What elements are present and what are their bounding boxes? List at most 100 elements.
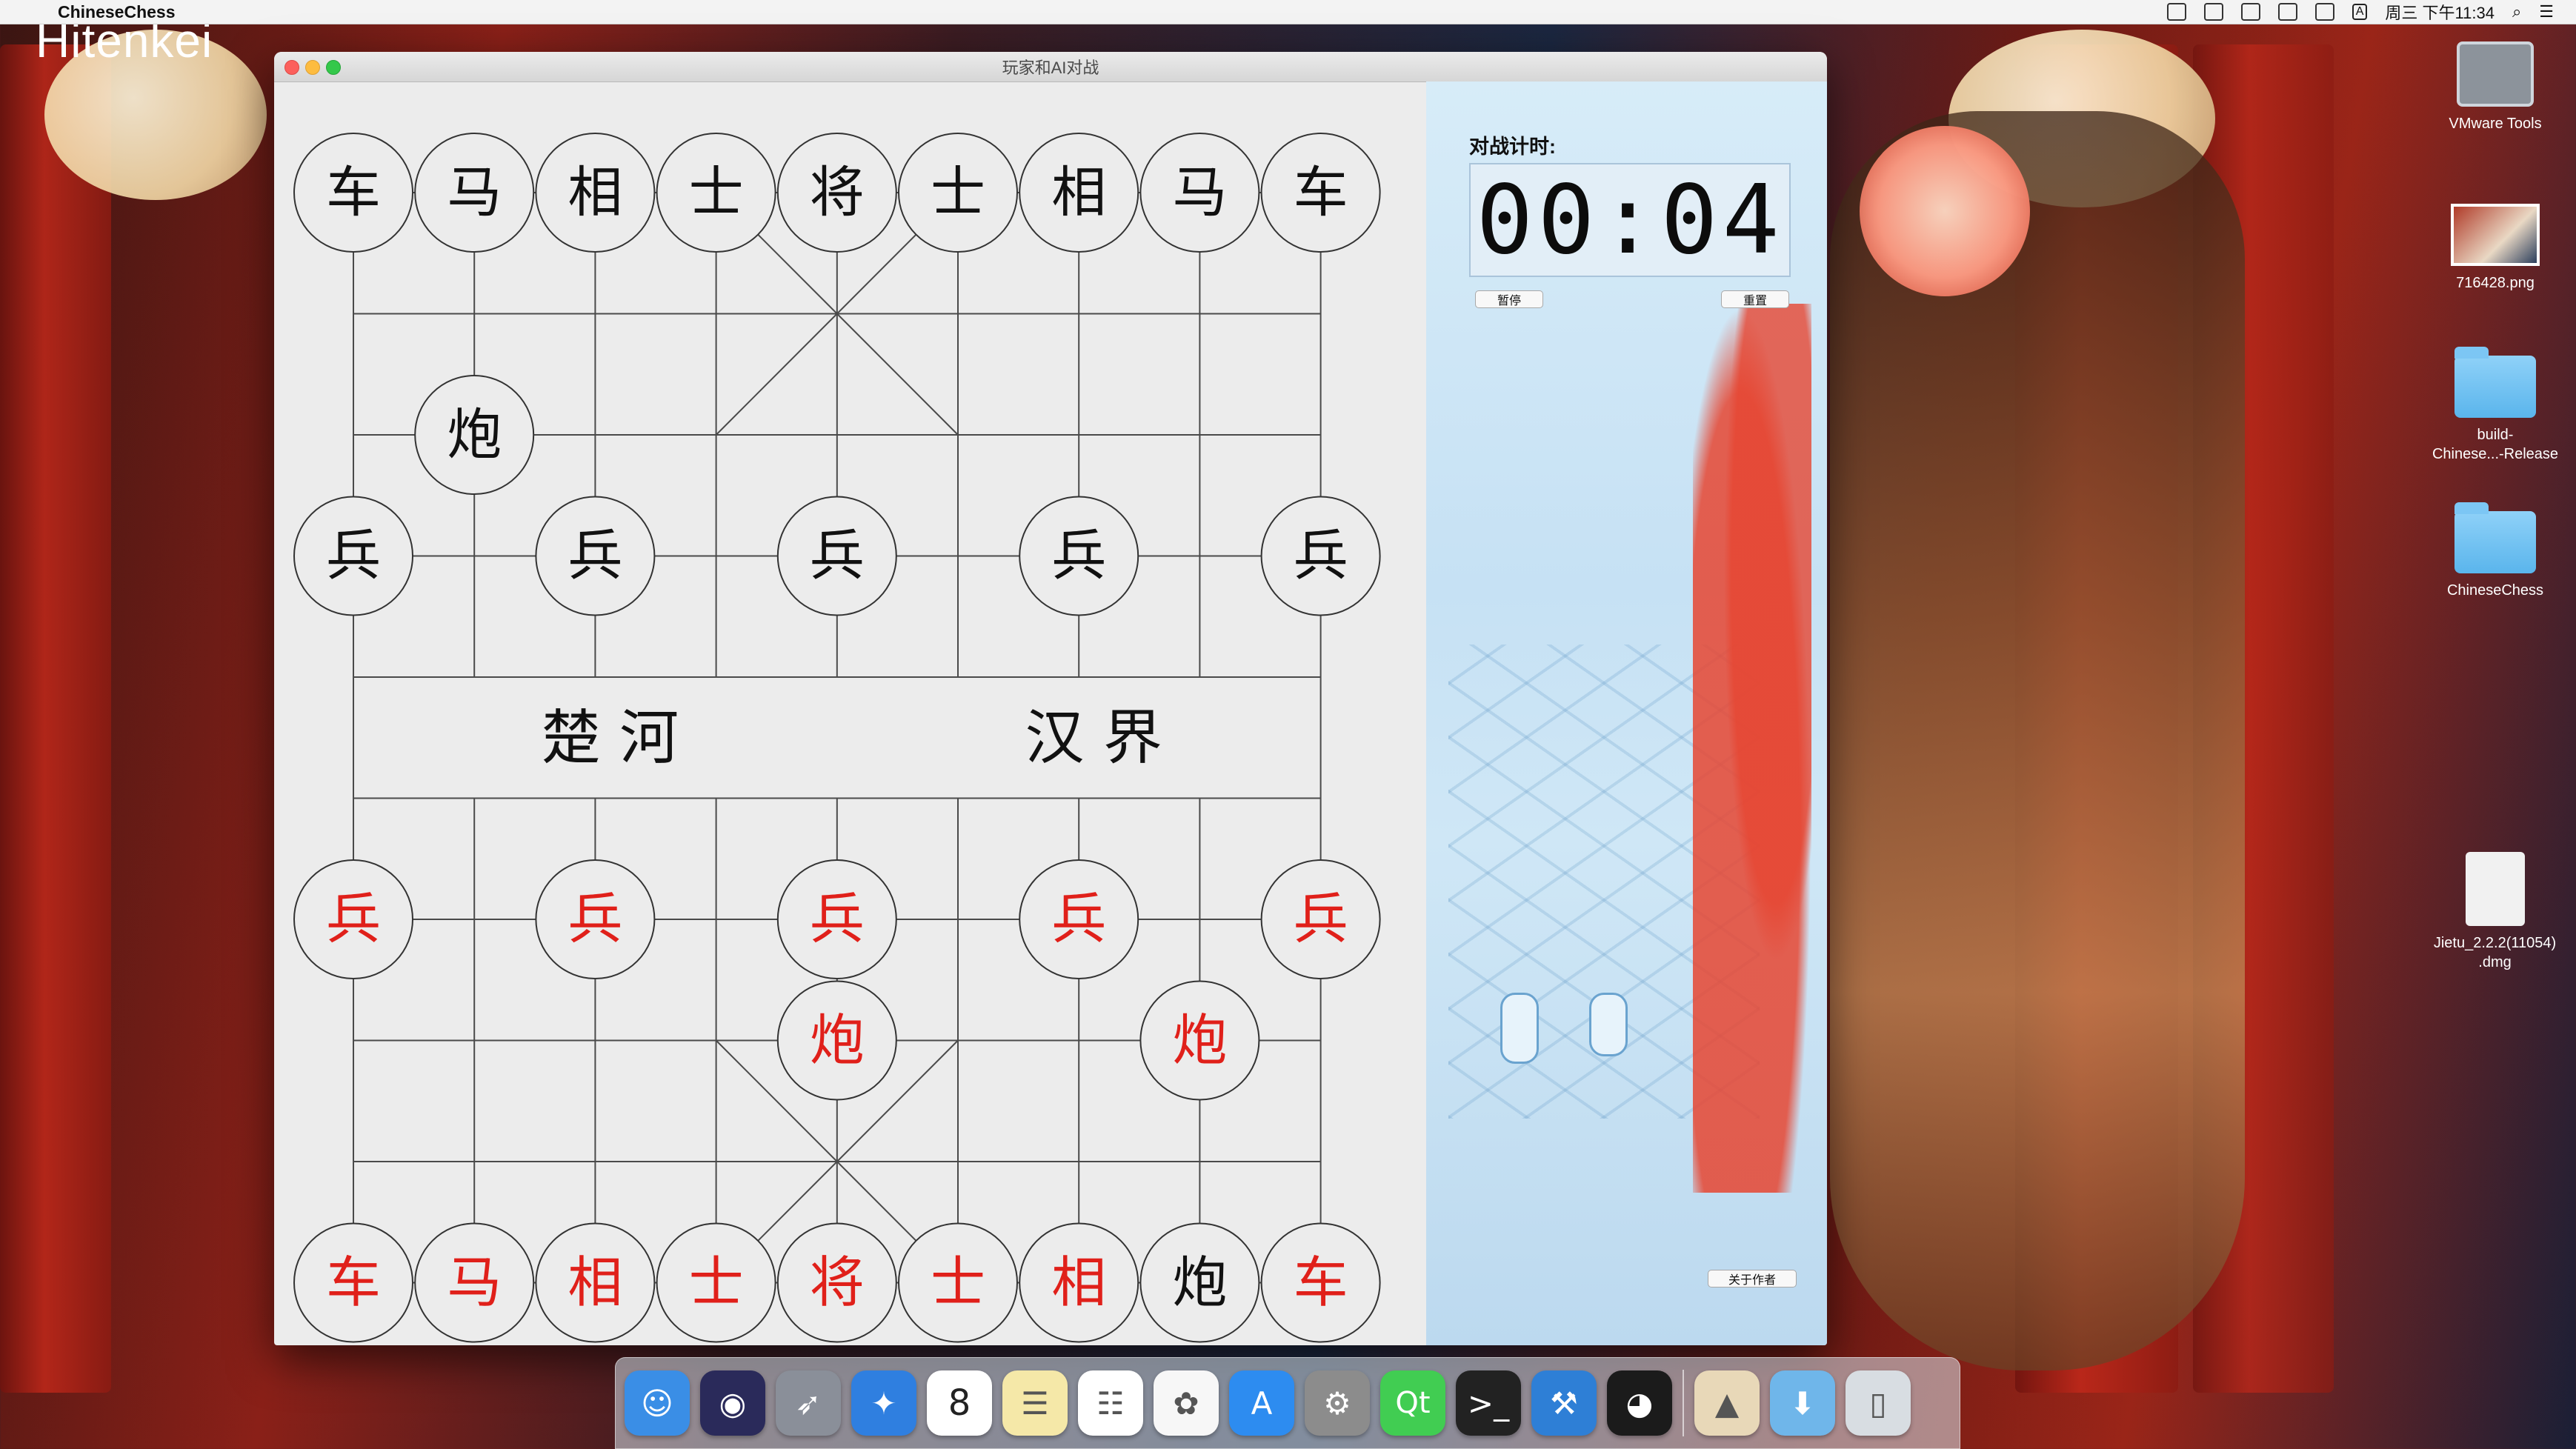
desktop-icon-build-folder[interactable]: build- Chinese...-Release (2421, 347, 2569, 464)
dock-app-terminal[interactable]: >_ (1456, 1370, 1521, 1436)
dock-app-photos[interactable]: ✿ (1154, 1370, 1219, 1436)
piece-label: 相 (568, 161, 622, 224)
chess-piece-black[interactable]: 相 (1019, 133, 1139, 253)
dock: ☺ ◉ ➶ ✦ 8 ☰ ☷ ✿ A ⚙ Qt >_ ⚒ ◕ ▲ ⬇ ▯ (615, 1357, 1960, 1449)
dock-app-xcode[interactable]: ⚒ (1531, 1370, 1597, 1436)
dock-app-system-preferences[interactable]: ⚙ (1305, 1370, 1370, 1436)
piece-label: 炮 (810, 1009, 865, 1073)
chess-piece-red[interactable]: 车 (293, 1222, 413, 1343)
chess-piece-black[interactable]: 马 (1139, 133, 1260, 253)
desktop-icon-vmware-tools[interactable]: VMware Tools (2421, 41, 2569, 133)
chess-piece-red[interactable]: 相 (1019, 1222, 1139, 1343)
dock-app-safari[interactable]: ✦ (851, 1370, 916, 1436)
vmware-icon (2457, 41, 2534, 107)
dock-app-siri[interactable]: ◉ (700, 1370, 765, 1436)
chess-window: 玩家和AI对战 楚 河 汉 界 车马相士将士相马车炮兵兵兵兵兵兵兵兵兵兵炮炮车马… (274, 52, 1827, 1345)
piece-label: 士 (931, 161, 985, 224)
dock-app-notes[interactable]: ☰ (1002, 1370, 1068, 1436)
chess-piece-black[interactable]: 兵 (1260, 496, 1381, 616)
chess-piece-black[interactable]: 士 (898, 133, 1018, 253)
window-titlebar[interactable]: 玩家和AI对战 (274, 52, 1827, 82)
reset-button[interactable]: 重置 (1721, 290, 1789, 308)
wallpaper-pillar (0, 44, 111, 1393)
gear-icon: ⚙ (1323, 1385, 1351, 1422)
desktop-icon-label: Jietu_2.2.2(11054) .dmg (2433, 935, 2557, 970)
piece-label: 士 (689, 161, 744, 224)
board-grid (353, 192, 1322, 1284)
calendar-icon: 8 (948, 1382, 971, 1424)
chess-piece-red[interactable]: 马 (414, 1222, 535, 1343)
piece-label: 炮 (1172, 1251, 1227, 1315)
input-method-indicator[interactable]: A (2352, 4, 2368, 20)
chess-piece-red[interactable]: 士 (656, 1222, 776, 1343)
qq-status-icon[interactable] (2166, 3, 2186, 21)
dock-app-qq[interactable]: ◕ (1607, 1370, 1672, 1436)
chess-piece-black[interactable]: 车 (1260, 133, 1381, 253)
piece-label: 兵 (568, 887, 622, 951)
river-label-chu-he: 楚 河 (542, 703, 679, 772)
spotlight-icon[interactable]: ⌕ (2512, 2, 2521, 21)
menubar-clock[interactable]: 周三 下午11:34 (2385, 0, 2495, 24)
qt-icon: Qt (1395, 1386, 1431, 1420)
battery-icon[interactable] (2203, 3, 2223, 21)
wallpaper-figure (1830, 111, 2245, 1370)
chess-piece-red[interactable]: 相 (535, 1222, 656, 1343)
dock-app-launchpad[interactable]: ➶ (776, 1370, 841, 1436)
chess-piece-red[interactable]: 将 (776, 1222, 897, 1343)
desktop-icon-chinesechess-folder[interactable]: ChineseChess (2421, 502, 2569, 600)
chess-piece-red[interactable]: 炮 (1139, 980, 1260, 1101)
desktop-icon-png[interactable]: 716428.png (2421, 204, 2569, 293)
app-menu[interactable]: ChineseChess (58, 2, 176, 22)
chess-piece-black[interactable]: 炮 (414, 375, 535, 495)
chess-piece-black[interactable]: 炮 (1139, 1222, 1260, 1343)
chess-board[interactable]: 楚 河 汉 界 车马相士将士相马车炮兵兵兵兵兵兵兵兵兵兵炮 炮车马相士将士相炮车 (274, 81, 1426, 1345)
about-author-button[interactable]: 关于作者 (1708, 1270, 1797, 1288)
network-icon[interactable] (2277, 3, 2297, 21)
chess-piece-red[interactable]: 兵 (535, 859, 656, 979)
display-icon[interactable] (2240, 3, 2260, 21)
list-icon: ☷ (1096, 1385, 1125, 1422)
dock-app-finder[interactable]: ☺ (625, 1370, 690, 1436)
zoom-button[interactable] (326, 60, 341, 75)
airplay-icon[interactable] (2314, 3, 2334, 21)
chess-piece-black[interactable]: 兵 (535, 496, 656, 616)
chess-piece-red[interactable]: 炮 (776, 980, 897, 1101)
desktop-icon-label: VMware Tools (2449, 116, 2542, 132)
chess-piece-black[interactable]: 兵 (293, 496, 413, 616)
piece-label: 兵 (568, 524, 622, 588)
chess-piece-red[interactable]: 兵 (1019, 859, 1139, 979)
finder-icon: ☺ (641, 1385, 673, 1422)
chess-piece-red[interactable]: 士 (898, 1222, 1018, 1343)
piece-label: 士 (931, 1251, 985, 1315)
piece-label: 马 (447, 161, 502, 224)
chess-piece-black[interactable]: 车 (293, 133, 413, 253)
chess-piece-black[interactable]: 兵 (776, 496, 897, 616)
dock-app-preview[interactable]: ▲ (1694, 1370, 1760, 1436)
chess-piece-black[interactable]: 将 (776, 133, 897, 253)
desktop-icon-dmg[interactable]: Jietu_2.2.2(11054) .dmg (2412, 852, 2576, 972)
notification-center-icon[interactable]: ☰ (2539, 2, 2554, 21)
minimize-button[interactable] (305, 60, 320, 75)
photos-icon: ✿ (1173, 1385, 1199, 1422)
close-button[interactable] (284, 60, 299, 75)
dock-app-app-store[interactable]: A (1229, 1370, 1294, 1436)
dock-app-downloads[interactable]: ⬇ (1770, 1370, 1835, 1436)
piece-label: 相 (1051, 1251, 1106, 1315)
dock-app-calendar[interactable]: 8 (927, 1370, 992, 1436)
chess-piece-black[interactable]: 相 (535, 133, 656, 253)
chess-piece-red[interactable]: 兵 (1260, 859, 1381, 979)
chess-piece-black[interactable]: 马 (414, 133, 535, 253)
piece-label: 兵 (1051, 524, 1106, 588)
chess-piece-black[interactable]: 士 (656, 133, 776, 253)
chess-piece-red[interactable]: 兵 (776, 859, 897, 979)
chess-piece-black[interactable]: 兵 (1019, 496, 1139, 616)
piece-label: 马 (1172, 161, 1227, 224)
notes-icon: ☰ (1021, 1385, 1049, 1422)
pause-button[interactable]: 暂停 (1475, 290, 1543, 308)
dock-app-reminders[interactable]: ☷ (1078, 1370, 1143, 1436)
chess-piece-red[interactable]: 兵 (293, 859, 413, 979)
dock-app-qt-creator[interactable]: Qt (1380, 1370, 1445, 1436)
terminal-icon: >_ (1467, 1385, 1510, 1422)
dock-app-trash[interactable]: ▯ (1846, 1370, 1911, 1436)
chess-piece-red[interactable]: 车 (1260, 1222, 1381, 1343)
